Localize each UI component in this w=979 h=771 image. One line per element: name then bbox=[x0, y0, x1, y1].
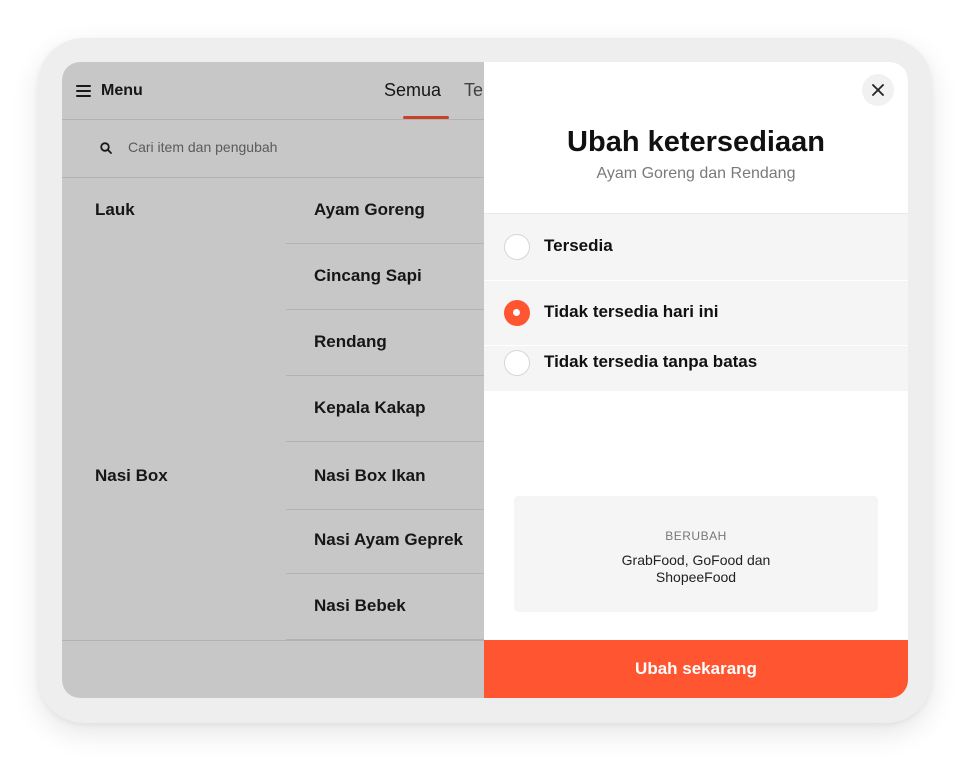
radio-icon[interactable] bbox=[504, 350, 530, 376]
radio-icon[interactable] bbox=[504, 300, 530, 326]
option-tidak-tersedia-tanpa-batas[interactable]: Tidak tersedia tanpa batas bbox=[484, 334, 908, 394]
panel-subtitle: Ayam Goreng dan Rendang bbox=[596, 165, 796, 182]
info-value: GrabFood, GoFood dan ShopeeFood bbox=[621, 552, 771, 585]
option-tidak-tersedia-hari-ini[interactable]: Tidak tersedia hari ini bbox=[484, 281, 908, 341]
availability-panel: Ubah ketersediaan Ayam Goreng dan Rendan… bbox=[484, 62, 908, 698]
radio-icon[interactable] bbox=[504, 234, 530, 260]
ubah-sekarang-button[interactable]: Ubah sekarang bbox=[484, 640, 908, 698]
panel-title: Ubah ketersediaan bbox=[567, 126, 825, 158]
affected-platforms-box: BERUBAH GrabFood, GoFood dan ShopeeFood bbox=[514, 496, 878, 612]
option-label: Tidak tersedia tanpa batas bbox=[544, 352, 758, 371]
availability-options: Tersedia Tidak tersedia hari ini Tidak t… bbox=[484, 213, 908, 391]
option-tersedia[interactable]: Tersedia bbox=[484, 214, 908, 274]
close-icon bbox=[872, 84, 884, 96]
close-button[interactable] bbox=[862, 74, 894, 106]
option-label: Tidak tersedia hari ini bbox=[544, 302, 719, 321]
info-label: BERUBAH bbox=[665, 529, 727, 543]
tablet-screen: Menu Semua Te Lauk Nasi Box Ayam Goreng … bbox=[62, 62, 908, 698]
option-label: Tersedia bbox=[544, 236, 613, 255]
